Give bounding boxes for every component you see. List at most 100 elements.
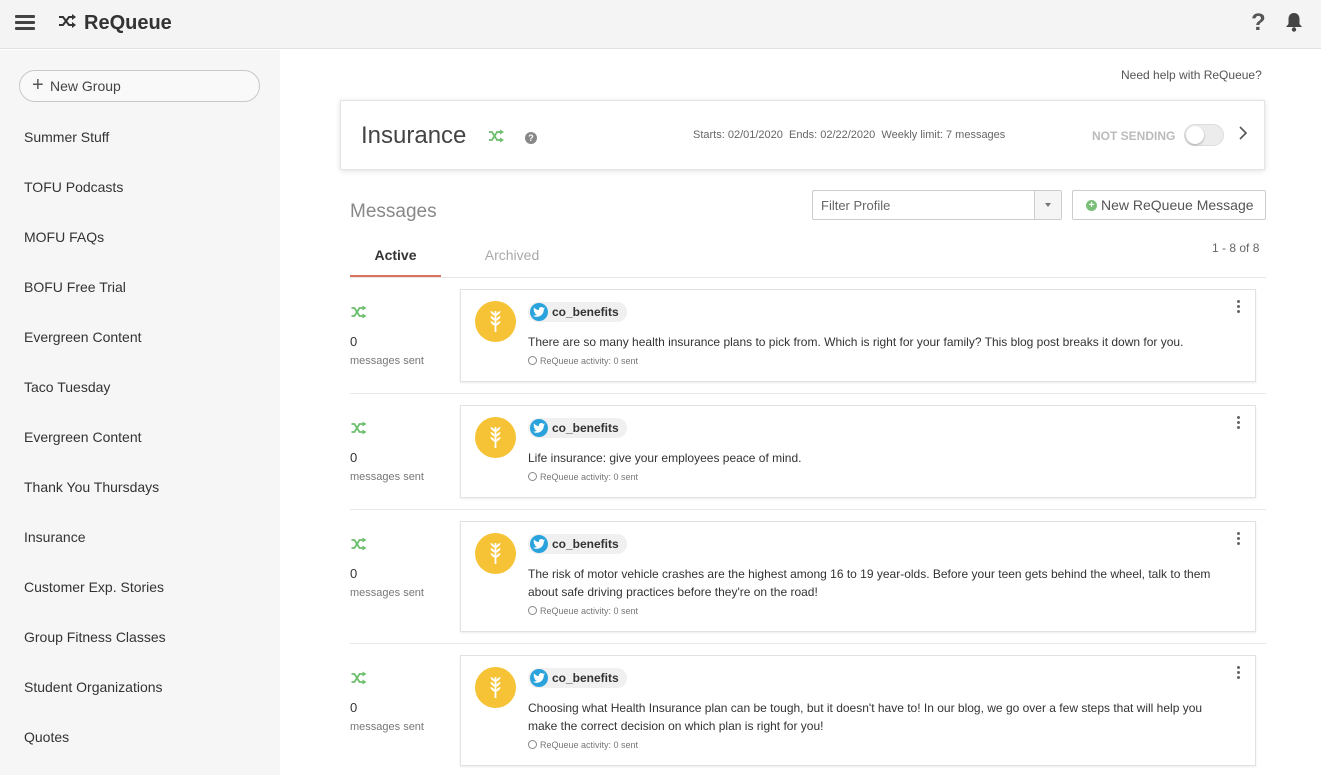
menu-icon[interactable] [15, 15, 35, 31]
weekly-limit: Weekly limit: 7 messages [881, 129, 1006, 141]
app-title: ReQueue [84, 12, 172, 34]
group-card: Insurance ? Starts: 02/01/2020 Ends: 02/… [340, 100, 1265, 170]
profile-name: co_benefits [552, 305, 619, 319]
message-text: Choosing what Health Insurance plan can … [528, 701, 1203, 733]
twitter-icon [530, 535, 548, 553]
activity-label: ReQueue activity: 0 sent [540, 606, 639, 616]
group-title: Insurance [361, 122, 467, 149]
tab-active[interactable]: Active [350, 236, 441, 277]
sidebar-item[interactable]: Summer Stuff [24, 129, 109, 145]
messages-sent-label: messages sent [350, 721, 424, 733]
new-message-label: New ReQueue Message [1101, 197, 1254, 213]
messages-sent-count: 0 [350, 450, 358, 465]
requeue-activity: ReQueue activity: 0 sent [528, 740, 638, 750]
message-text: There are so many health insurance plans… [528, 335, 1184, 349]
message-card[interactable]: co_benefits Choosing what Health Insuran… [460, 655, 1256, 766]
messages-sent-label: messages sent [350, 587, 424, 599]
need-help-link[interactable]: Need help with ReQueue? [1121, 68, 1262, 82]
sidebar-item[interactable]: Quotes [24, 729, 69, 745]
messages-heading: Messages [350, 201, 437, 222]
wheat-icon [490, 543, 501, 564]
row-divider [350, 509, 1266, 510]
plus-icon: + [32, 74, 44, 96]
shuffle-logo-icon [59, 14, 76, 28]
messages-sent-label: messages sent [350, 471, 424, 483]
tabs-divider [350, 277, 1266, 278]
twitter-icon [530, 419, 548, 437]
twitter-icon [530, 669, 548, 687]
group-schedule: Starts: 02/01/2020 Ends: 02/22/2020 Week… [693, 129, 1005, 141]
sidebar-item[interactable]: Evergreen Content [24, 329, 142, 345]
activity-label: ReQueue activity: 0 sent [540, 740, 639, 750]
messages-sent-label: messages sent [350, 355, 424, 367]
plus-circle-icon: + [1086, 200, 1097, 211]
pagination-count: 1 - 8 of 8 [1212, 241, 1260, 255]
sidebar-item[interactable]: TOFU Podcasts [24, 179, 123, 195]
new-requeue-message-button[interactable]: + New ReQueue Message [1072, 190, 1266, 220]
sidebar-item[interactable]: MOFU FAQs [24, 229, 104, 245]
history-icon [528, 472, 537, 481]
requeue-activity: ReQueue activity: 0 sent [528, 606, 638, 616]
requeue-activity: ReQueue activity: 0 sent [528, 356, 638, 366]
avatar [475, 533, 516, 574]
message-card[interactable]: co_benefits Life insurance: give your em… [460, 405, 1256, 498]
messages-sent-count: 0 [350, 566, 358, 581]
requeue-activity: ReQueue activity: 0 sent [528, 472, 638, 482]
group-help-icon[interactable]: ? [525, 132, 537, 144]
sidebar-item[interactable]: Customer Exp. Stories [24, 579, 164, 595]
sidebar-item[interactable]: Student Organizations [24, 679, 163, 695]
sidebar-item[interactable]: Evergreen Content [24, 429, 142, 445]
shuffle-icon [351, 671, 367, 685]
profile-name: co_benefits [552, 671, 619, 685]
activity-label: ReQueue activity: 0 sent [540, 472, 639, 482]
history-icon [528, 606, 537, 615]
end-date: Ends: 02/22/2020 [789, 129, 876, 141]
activity-label: ReQueue activity: 0 sent [540, 356, 639, 366]
sidebar: + New Group Summer Stuff TOFU Podcasts M… [0, 50, 280, 775]
wheat-icon [490, 677, 501, 698]
wheat-icon [490, 427, 501, 448]
sidebar-item[interactable]: Group Fitness Classes [24, 629, 166, 645]
sidebar-item-insurance[interactable]: Insurance [24, 529, 85, 545]
avatar [475, 417, 516, 458]
top-bar: ReQueue ? [0, 0, 1321, 49]
new-group-label: New Group [50, 78, 121, 94]
profile-chip: co_benefits [528, 418, 627, 438]
message-text: The risk of motor vehicle crashes are th… [528, 567, 1211, 599]
filter-profile-select[interactable]: Filter Profile [812, 190, 1062, 220]
caret-down-icon[interactable] [1034, 191, 1061, 219]
more-options-icon[interactable] [1237, 532, 1241, 547]
messages-sent-count: 0 [350, 700, 358, 715]
new-group-button[interactable]: + New Group [19, 70, 260, 102]
profile-name: co_benefits [552, 537, 619, 551]
sidebar-item[interactable]: BOFU Free Trial [24, 279, 126, 295]
more-options-icon[interactable] [1237, 416, 1241, 431]
shuffle-icon [351, 305, 367, 319]
help-icon[interactable]: ? [1251, 9, 1266, 37]
message-card[interactable]: co_benefits There are so many health ins… [460, 289, 1256, 382]
bell-icon[interactable] [1285, 12, 1303, 32]
wheat-icon [490, 311, 501, 332]
profile-name: co_benefits [552, 421, 619, 435]
more-options-icon[interactable] [1237, 300, 1241, 315]
filter-placeholder: Filter Profile [821, 198, 891, 213]
tab-archived[interactable]: Archived [470, 247, 554, 263]
avatar [475, 301, 516, 342]
message-text: Life insurance: give your employees peac… [528, 451, 802, 465]
profile-chip: co_benefits [528, 534, 627, 554]
sidebar-item[interactable]: Thank You Thursdays [24, 479, 159, 495]
more-options-icon[interactable] [1237, 666, 1241, 681]
message-card[interactable]: co_benefits The risk of motor vehicle cr… [460, 521, 1256, 632]
sending-toggle[interactable] [1184, 124, 1224, 146]
history-icon [528, 740, 537, 749]
profile-chip: co_benefits [528, 668, 627, 688]
start-date: Starts: 02/01/2020 [693, 129, 783, 141]
shuffle-icon [351, 421, 367, 435]
shuffle-icon [351, 537, 367, 551]
shuffle-icon [489, 129, 504, 143]
sidebar-item[interactable]: Taco Tuesday [24, 379, 110, 395]
history-icon [528, 356, 537, 365]
twitter-icon [530, 303, 548, 321]
messages-sent-count: 0 [350, 334, 358, 349]
chevron-right-icon[interactable] [1238, 125, 1248, 141]
